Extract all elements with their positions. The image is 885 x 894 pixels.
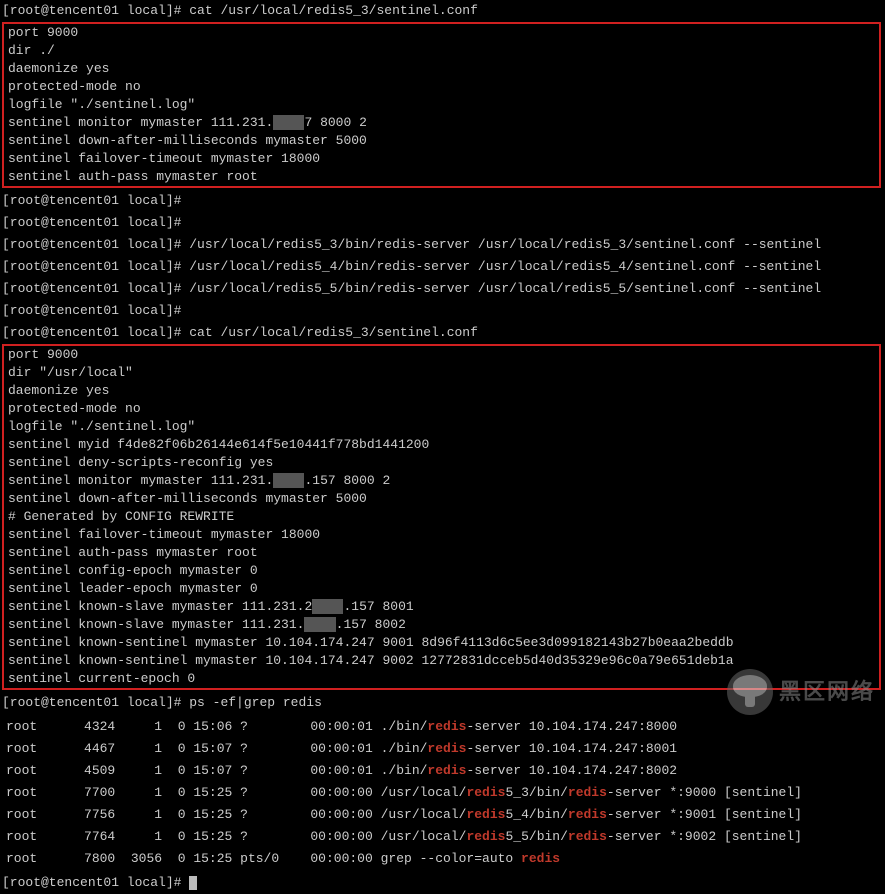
config-line: sentinel config-epoch mymaster 0: [4, 562, 879, 580]
redis-keyword: redis: [427, 763, 466, 778]
redis-keyword: redis: [466, 807, 505, 822]
redis-keyword: redis: [568, 785, 607, 800]
cursor-icon: [189, 876, 197, 890]
redis-keyword: redis: [521, 851, 560, 866]
watermark-text: 黑区网络: [779, 684, 875, 700]
command-text: cat /usr/local/redis5_3/sentinel.conf: [189, 325, 478, 340]
config-line: port 9000: [4, 346, 879, 364]
prompt-line: [root@tencent01 local]#: [0, 300, 885, 322]
config-line: sentinel deny-scripts-reconfig yes: [4, 454, 879, 472]
redis-keyword: redis: [427, 719, 466, 734]
config-line: sentinel known-sentinel mymaster 10.104.…: [4, 634, 879, 652]
config-line: sentinel known-slave mymaster 111.231. .…: [4, 616, 879, 634]
prompt-line: [root@tencent01 local]#: [0, 212, 885, 234]
config-line: sentinel known-sentinel mymaster 10.104.…: [4, 652, 879, 670]
shell-prompt: [root@tencent01 local]#: [2, 3, 181, 18]
config-line: sentinel known-slave mymaster 111.231.2 …: [4, 598, 879, 616]
redis-keyword: redis: [427, 741, 466, 756]
redis-keyword: redis: [466, 785, 505, 800]
prompt-line: [root@tencent01 local]# /usr/local/redis…: [0, 256, 885, 278]
process-list: root 4324 1 0 15:06 ? 00:00:01 ./bin/red…: [0, 714, 885, 872]
config-line: logfile "./sentinel.log": [4, 418, 879, 436]
process-row: root 4509 1 0 15:07 ? 00:00:01 ./bin/red…: [4, 760, 881, 782]
prompt-line: [root@tencent01 local]# /usr/local/redis…: [0, 234, 885, 256]
config-line: dir "/usr/local": [4, 364, 879, 382]
config-line: daemonize yes: [4, 382, 879, 400]
prompt-line-active[interactable]: [root@tencent01 local]#: [0, 872, 885, 894]
prompt-line: [root@tencent01 local]#: [0, 190, 885, 212]
config-line: protected-mode no: [4, 78, 879, 96]
command-text: ps -ef|grep redis: [189, 695, 322, 710]
config-line: daemonize yes: [4, 60, 879, 78]
prompt-line: [root@tencent01 local]# cat /usr/local/r…: [0, 0, 885, 22]
command-text: /usr/local/redis5_4/bin/redis-server /us…: [189, 259, 821, 274]
masked-ip: [273, 115, 304, 130]
process-row: root 4467 1 0 15:07 ? 00:00:01 ./bin/red…: [4, 738, 881, 760]
config-line: sentinel monitor mymaster 111.231. 7 800…: [4, 114, 879, 132]
config-line: sentinel monitor mymaster 111.231. .157 …: [4, 472, 879, 490]
config-line: sentinel leader-epoch mymaster 0: [4, 580, 879, 598]
config-line: sentinel failover-timeout mymaster 18000: [4, 150, 879, 168]
prompt-line: [root@tencent01 local]# cat /usr/local/r…: [0, 322, 885, 344]
process-row: root 4324 1 0 15:06 ? 00:00:01 ./bin/red…: [4, 716, 881, 738]
process-row: root 7756 1 0 15:25 ? 00:00:00 /usr/loca…: [4, 804, 881, 826]
config-line: sentinel auth-pass mymaster root: [4, 168, 879, 186]
config-block-initial: port 9000 dir ./ daemonize yes protected…: [2, 22, 881, 188]
config-line: protected-mode no: [4, 400, 879, 418]
masked-ip: [273, 473, 304, 488]
redis-keyword: redis: [568, 829, 607, 844]
config-line: dir ./: [4, 42, 879, 60]
command-text: cat /usr/local/redis5_3/sentinel.conf: [189, 3, 478, 18]
config-line: # Generated by CONFIG REWRITE: [4, 508, 879, 526]
config-line: sentinel down-after-milliseconds mymaste…: [4, 132, 879, 150]
process-row: root 7800 3056 0 15:25 pts/0 00:00:00 gr…: [4, 848, 881, 870]
redis-keyword: redis: [466, 829, 505, 844]
config-line: sentinel failover-timeout mymaster 18000: [4, 526, 879, 544]
mushroom-icon: [727, 669, 773, 715]
config-line: sentinel myid f4de82f06b26144e614f5e1044…: [4, 436, 879, 454]
config-block-rewritten: port 9000 dir "/usr/local" daemonize yes…: [2, 344, 881, 690]
masked-ip: [312, 599, 343, 614]
command-text: /usr/local/redis5_5/bin/redis-server /us…: [189, 281, 821, 296]
watermark: 黑区网络: [727, 669, 875, 715]
masked-ip: [304, 617, 335, 632]
config-line: sentinel auth-pass mymaster root: [4, 544, 879, 562]
redis-keyword: redis: [568, 807, 607, 822]
process-row: root 7764 1 0 15:25 ? 00:00:00 /usr/loca…: [4, 826, 881, 848]
command-text: /usr/local/redis5_3/bin/redis-server /us…: [189, 237, 821, 252]
config-line: sentinel down-after-milliseconds mymaste…: [4, 490, 879, 508]
config-line: port 9000: [4, 24, 879, 42]
prompt-line: [root@tencent01 local]# /usr/local/redis…: [0, 278, 885, 300]
config-line: logfile "./sentinel.log": [4, 96, 879, 114]
process-row: root 7700 1 0 15:25 ? 00:00:00 /usr/loca…: [4, 782, 881, 804]
